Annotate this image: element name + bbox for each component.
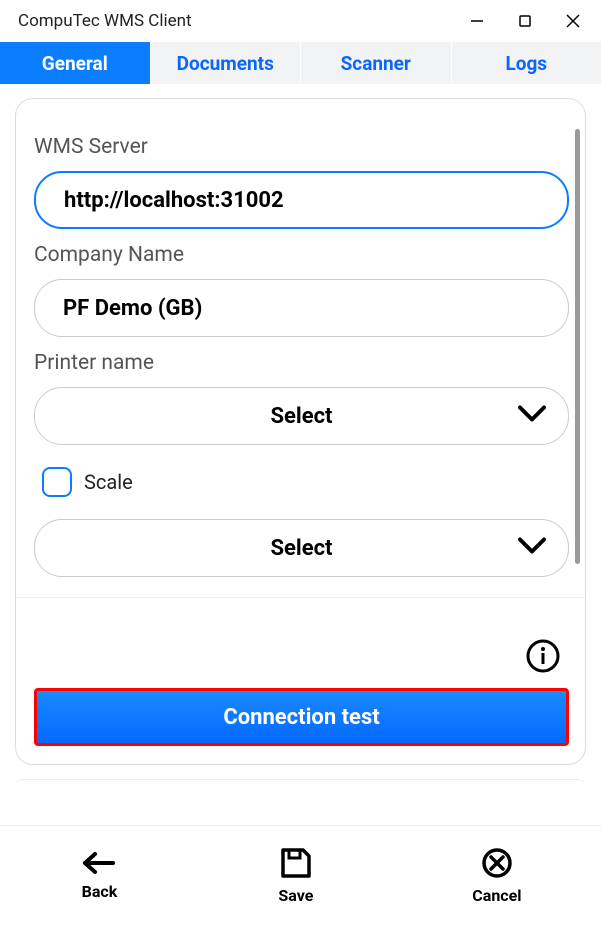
scale-label: Scale xyxy=(84,470,133,494)
window-controls xyxy=(453,0,597,42)
scrollbar[interactable] xyxy=(575,129,580,564)
info-row xyxy=(34,638,569,678)
maximize-icon xyxy=(518,14,532,28)
printer-name-label: Printer name xyxy=(34,351,569,375)
minimize-icon xyxy=(470,14,484,28)
chevron-down-icon xyxy=(518,404,546,429)
back-button[interactable]: Back xyxy=(79,850,119,901)
close-icon xyxy=(565,13,581,29)
tab-scanner[interactable]: Scanner xyxy=(301,42,452,84)
printer-select[interactable]: Select xyxy=(34,387,569,445)
cancel-label: Cancel xyxy=(472,886,521,905)
scale-checkbox[interactable] xyxy=(42,467,72,497)
titlebar: CompuTec WMS Client xyxy=(0,0,601,42)
tab-general[interactable]: General xyxy=(0,42,151,84)
next-card-edge xyxy=(15,779,586,787)
minimize-button[interactable] xyxy=(453,0,501,42)
back-arrow-icon xyxy=(79,850,119,876)
scale-select-value: Select xyxy=(270,536,332,561)
window-title: CompuTec WMS Client xyxy=(18,11,453,31)
back-label: Back xyxy=(82,882,118,901)
save-label: Save xyxy=(278,886,313,905)
cancel-icon xyxy=(480,846,514,880)
divider xyxy=(16,597,585,598)
company-name-label: Company Name xyxy=(34,243,569,267)
tab-logs[interactable]: Logs xyxy=(452,42,601,84)
scale-checkbox-row[interactable]: Scale xyxy=(42,467,569,497)
maximize-button[interactable] xyxy=(501,0,549,42)
scale-select[interactable]: Select xyxy=(34,519,569,577)
chevron-down-icon xyxy=(518,536,546,561)
save-button[interactable]: Save xyxy=(278,846,313,905)
cancel-button[interactable]: Cancel xyxy=(472,846,521,905)
connection-test-highlight: Connection test xyxy=(34,688,569,746)
info-icon xyxy=(525,638,561,674)
settings-card: WMS Server Company Name Printer name Sel… xyxy=(15,98,586,765)
company-name-input[interactable] xyxy=(34,279,569,337)
tab-bar: General Documents Scanner Logs xyxy=(0,42,601,84)
wms-server-input[interactable] xyxy=(34,171,569,229)
bottom-bar: Back Save Cancel xyxy=(0,825,601,925)
wms-server-label: WMS Server xyxy=(34,135,569,159)
info-button[interactable] xyxy=(525,638,561,678)
printer-select-value: Select xyxy=(270,404,332,429)
close-button[interactable] xyxy=(549,0,597,42)
tab-documents[interactable]: Documents xyxy=(151,42,302,84)
connection-test-button[interactable]: Connection test xyxy=(37,691,566,743)
save-icon xyxy=(279,846,313,880)
